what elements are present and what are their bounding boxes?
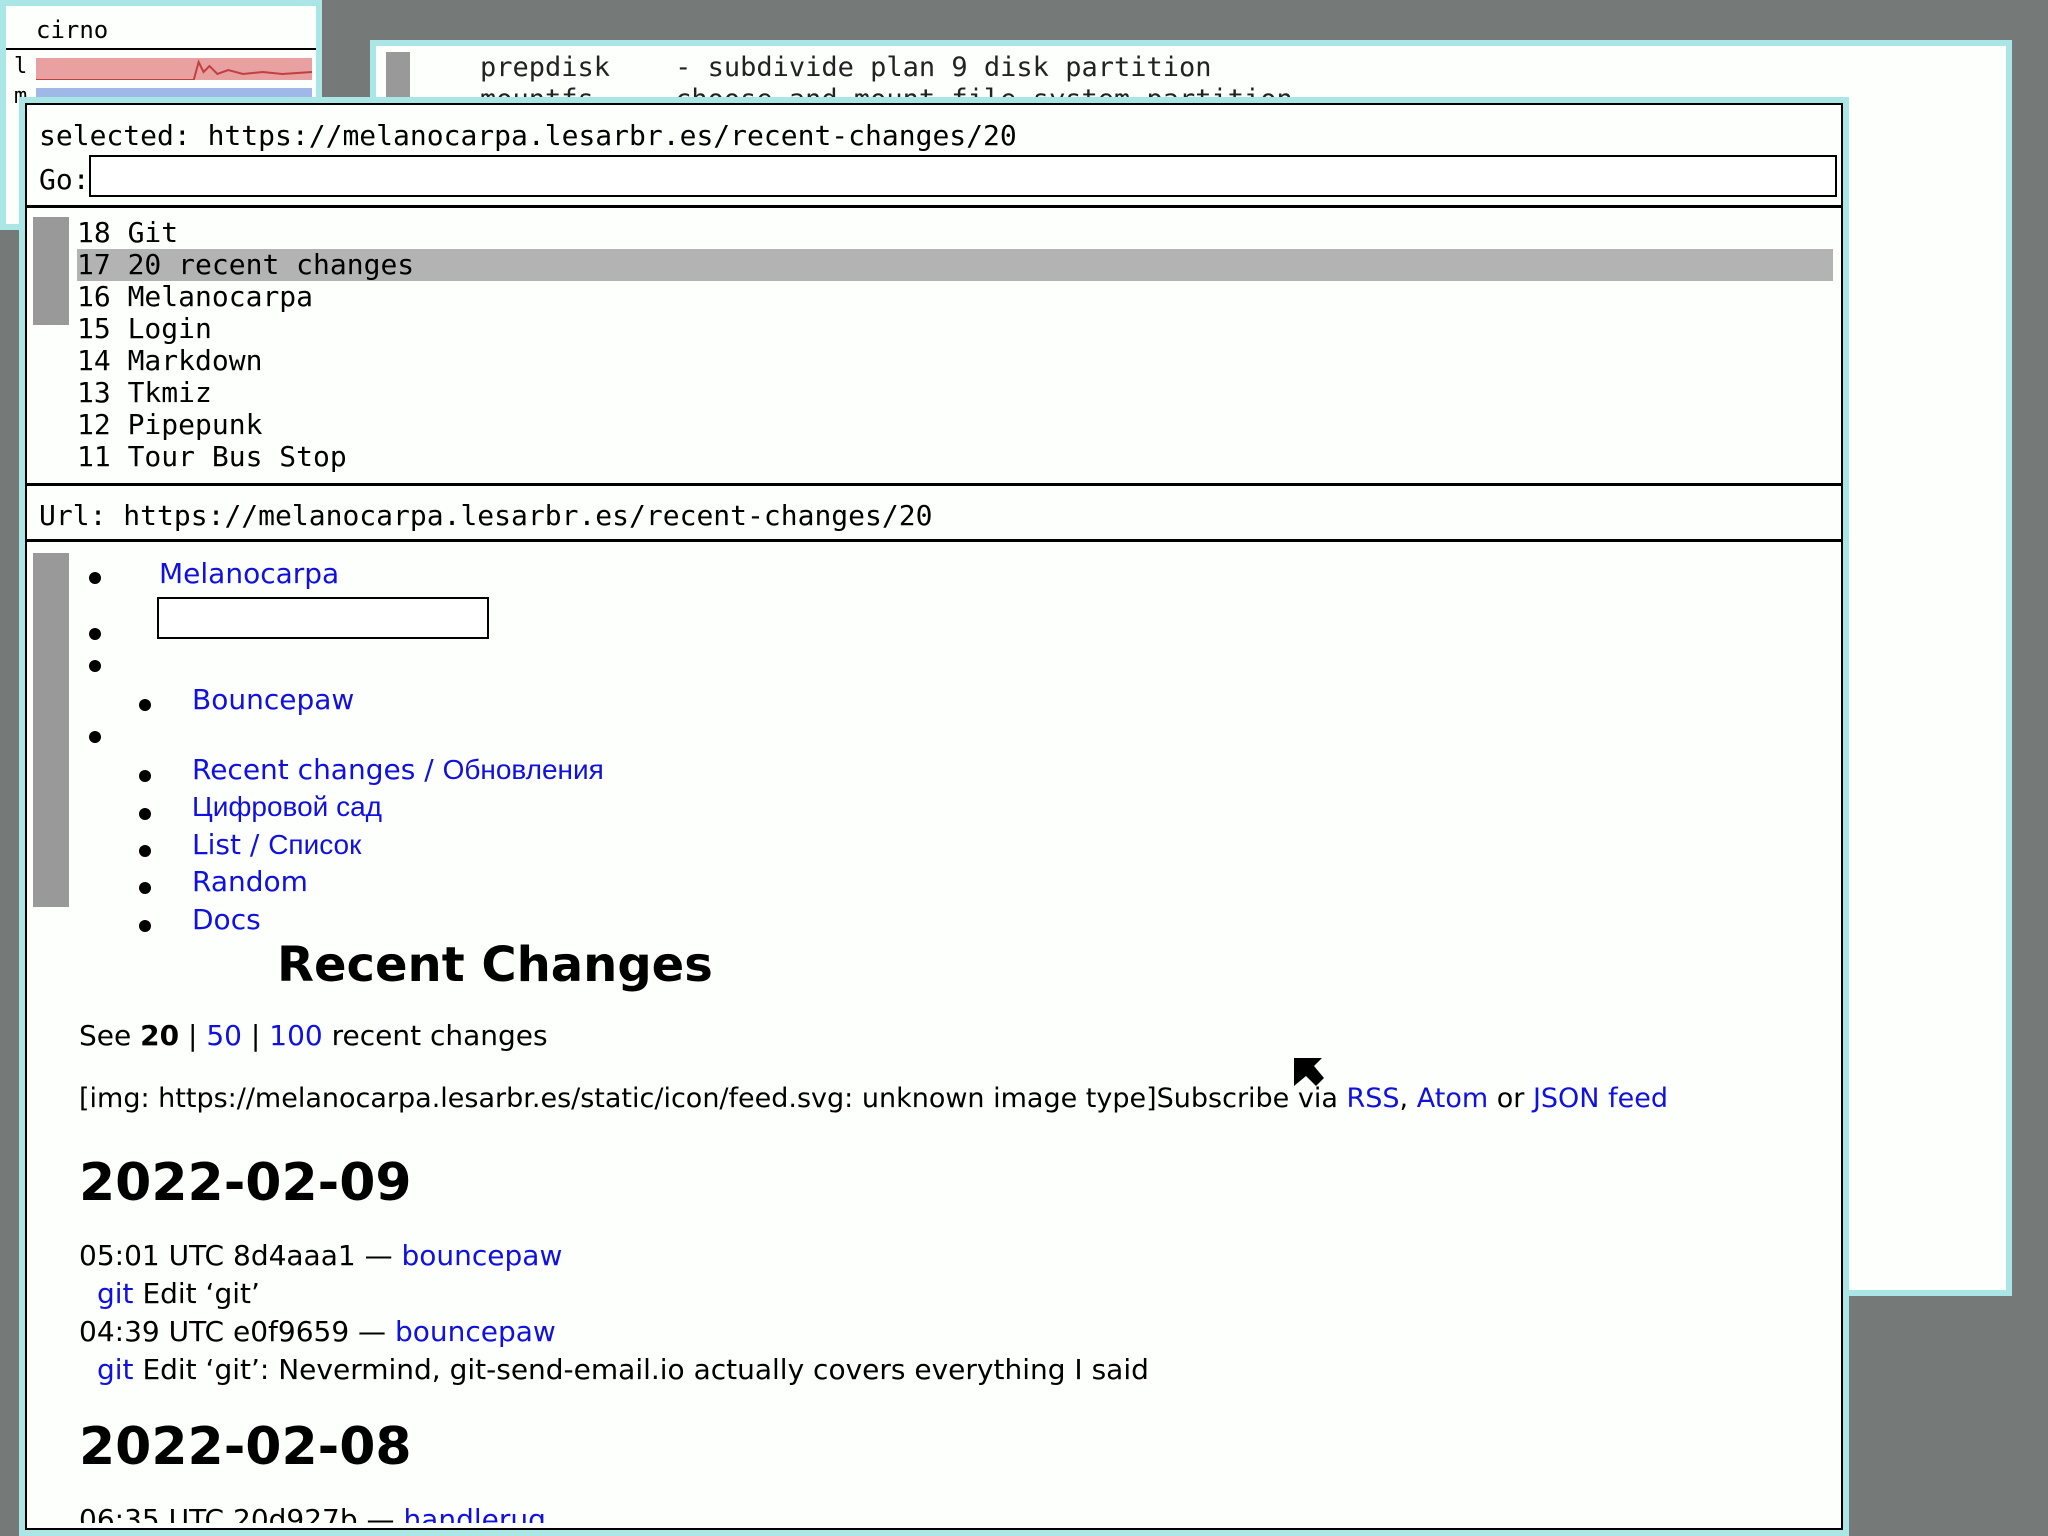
terminal-line: prepdisk - subdivide plan 9 disk partiti… <box>480 52 1212 83</box>
docs-link[interactable]: Docs <box>192 903 261 936</box>
list-link[interactable]: List / Список <box>192 828 361 861</box>
rss-link[interactable]: RSS <box>1347 1083 1400 1114</box>
selected-url: https://melanocarpa.lesarbr.es/recent-ch… <box>207 119 1017 152</box>
json-feed-link[interactable]: JSON feed <box>1533 1083 1668 1114</box>
divider <box>27 205 1841 208</box>
bullet <box>139 770 151 782</box>
stats-hostname: cirno <box>36 16 109 44</box>
mouse-cursor-icon <box>1294 1058 1324 1086</box>
browser-window[interactable]: selected: https://melanocarpa.lesarbr.es… <box>19 97 1849 1536</box>
subscribe-line: [img: https://melanocarpa.lesarbr.es/sta… <box>79 1083 1668 1114</box>
author-link[interactable]: bouncepaw <box>402 1239 563 1272</box>
bullet <box>139 882 151 894</box>
recent-changes-link[interactable]: Recent changes / Обновления <box>192 753 604 786</box>
divider <box>27 539 1841 542</box>
bullet <box>89 628 101 640</box>
bullet <box>89 660 101 672</box>
url-label: Url: <box>39 499 107 532</box>
bullet <box>89 572 101 584</box>
page-link[interactable]: git <box>97 1353 134 1386</box>
bullet <box>139 920 151 932</box>
change-entry-meta: 04:39 UTC e0f9659 — bouncepaw <box>79 1315 556 1348</box>
page-scrollbar[interactable] <box>33 553 69 907</box>
date-heading: 2022-02-08 <box>79 1417 412 1477</box>
history-item[interactable]: 18 Git <box>77 217 1833 249</box>
author-link[interactable]: bouncepaw <box>395 1315 556 1348</box>
count-50-link[interactable]: 50 <box>206 1019 242 1052</box>
change-entry-meta: 05:01 UTC 8d4aaa1 — bouncepaw <box>79 1239 563 1272</box>
divider <box>27 483 1841 486</box>
selected-line: selected: https://melanocarpa.lesarbr.es… <box>39 119 1017 152</box>
history-item[interactable]: 14 Markdown <box>77 345 1833 377</box>
atom-link[interactable]: Atom <box>1417 1083 1488 1114</box>
url-value: https://melanocarpa.lesarbr.es/recent-ch… <box>123 499 933 532</box>
count-selector: See 20 | 50 | 100 recent changes <box>79 1019 548 1052</box>
page-title: Recent Changes <box>277 937 713 993</box>
bullet <box>89 731 101 743</box>
count-current: 20 <box>140 1019 180 1052</box>
change-entry: git Edit ‘git’: Nevermind, git-send-emai… <box>97 1353 1149 1386</box>
change-entry: git Edit ‘git’ <box>97 1277 260 1310</box>
history-item-selected[interactable]: 17 20 recent changes <box>77 249 1833 281</box>
page-link[interactable]: git <box>97 1277 134 1310</box>
bullet <box>139 845 151 857</box>
history-scrollbar[interactable] <box>33 217 69 325</box>
clipped-row: 06:35 UTC 20d927b — handlerug <box>79 1503 1841 1523</box>
stats-row-load: l <box>6 54 316 82</box>
history-item[interactable]: 16 Melanocarpa <box>77 281 1833 313</box>
search-input[interactable] <box>157 597 489 639</box>
url-line: Url: https://melanocarpa.lesarbr.es/rece… <box>39 499 932 532</box>
site-link[interactable]: Melanocarpa <box>159 557 339 590</box>
load-graph <box>36 58 312 80</box>
history-item[interactable]: 11 Tour Bus Stop <box>77 441 1833 473</box>
user-link[interactable]: Bouncepaw <box>192 683 354 716</box>
history-item[interactable]: 12 Pipepunk <box>77 409 1833 441</box>
go-input[interactable] <box>89 155 1837 197</box>
date-heading: 2022-02-09 <box>79 1153 412 1213</box>
bullet <box>139 699 151 711</box>
history-item[interactable]: 13 Tkmiz <box>77 377 1833 409</box>
stats-row-key: l <box>14 54 28 79</box>
selected-label: selected: <box>39 119 191 152</box>
go-label: Go: <box>39 163 90 196</box>
bullet <box>139 808 151 820</box>
stats-divider <box>6 48 316 50</box>
author-link[interactable]: handlerug <box>403 1503 545 1523</box>
change-entry-meta: 06:35 UTC 20d927b — handlerug <box>79 1503 546 1523</box>
garden-link[interactable]: Цифровой сад <box>192 791 382 823</box>
feed-image-placeholder: [img: https://melanocarpa.lesarbr.es/sta… <box>79 1083 1157 1114</box>
count-100-link[interactable]: 100 <box>269 1019 322 1052</box>
history-item[interactable]: 15 Login <box>77 313 1833 345</box>
random-link[interactable]: Random <box>192 865 308 898</box>
